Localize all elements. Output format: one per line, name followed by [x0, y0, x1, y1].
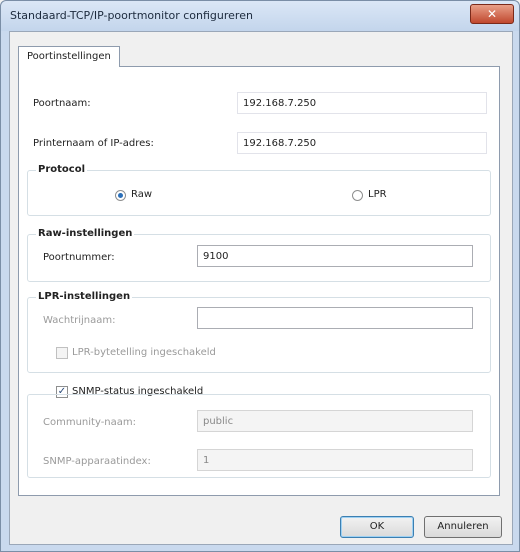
snmp-device-index-label: SNMP-apparaatindex:	[43, 456, 151, 467]
ok-button[interactable]: OK	[340, 516, 414, 538]
close-button[interactable]: ✕	[470, 4, 514, 24]
port-name-input[interactable]: 192.168.7.250	[237, 92, 487, 114]
lpr-byte-counting-label[interactable]: LPR-bytetelling ingeschakeld	[72, 347, 216, 358]
raw-settings-title: Raw-instellingen	[36, 228, 135, 239]
queue-name-input[interactable]	[197, 307, 473, 329]
port-name-label: Poortnaam:	[33, 98, 91, 109]
community-name-input[interactable]: public	[197, 410, 473, 432]
protocol-group-title: Protocol	[36, 164, 88, 175]
port-number-label: Poortnummer:	[43, 252, 115, 263]
lpr-radio-label[interactable]: LPR	[368, 189, 387, 200]
port-number-input[interactable]: 9100	[197, 245, 473, 267]
printer-name-ip-input[interactable]: 192.168.7.250	[237, 132, 487, 154]
title-bar[interactable]: Standaard-TCP/IP-poortmonitor configurer…	[1, 1, 519, 31]
tab-port-settings[interactable]: Poortinstellingen	[18, 46, 120, 67]
tab-panel: Poortnaam: 192.168.7.250 Printernaam of …	[18, 66, 500, 496]
queue-name-label: Wachtrijnaam:	[43, 315, 116, 326]
raw-radio[interactable]	[115, 190, 126, 201]
protocol-group	[27, 170, 491, 216]
cancel-button[interactable]: Annuleren	[424, 516, 502, 538]
printer-name-ip-label: Printernaam of IP-adres:	[33, 138, 154, 149]
lpr-settings-title: LPR-instellingen	[36, 291, 133, 302]
lpr-byte-counting-checkbox[interactable]	[56, 347, 68, 359]
window-title: Standaard-TCP/IP-poortmonitor configurer…	[10, 9, 253, 22]
raw-radio-label[interactable]: Raw	[131, 189, 152, 200]
community-name-label: Community-naam:	[43, 417, 137, 428]
close-icon: ✕	[486, 7, 498, 21]
snmp-device-index-input[interactable]: 1	[197, 449, 473, 471]
lpr-radio[interactable]	[352, 190, 363, 201]
